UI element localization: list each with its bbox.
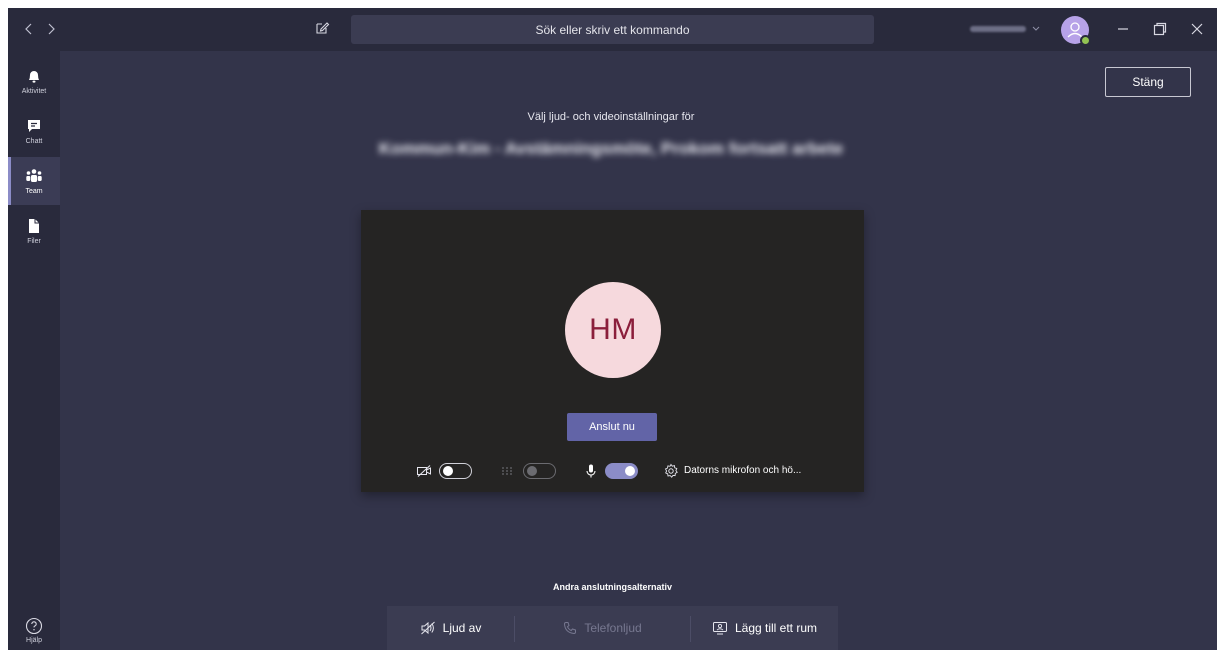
new-chat-icon bbox=[316, 22, 330, 34]
user-avatar: HM bbox=[565, 282, 661, 378]
back-button[interactable] bbox=[20, 20, 38, 38]
rail-item-label: Aktivitet bbox=[21, 87, 47, 95]
minimize-button[interactable] bbox=[1114, 20, 1132, 38]
rail-item-aktivitet[interactable]: Aktivitet bbox=[8, 57, 60, 105]
toggle-knob bbox=[443, 466, 453, 476]
camera-toggle[interactable] bbox=[439, 463, 472, 479]
toggle-knob bbox=[625, 466, 635, 476]
close-icon bbox=[1191, 23, 1203, 35]
join-now-button[interactable]: Anslut nu bbox=[567, 413, 657, 441]
new-chat-button[interactable] bbox=[314, 20, 332, 38]
file-icon bbox=[29, 218, 39, 233]
rail-item-filer[interactable]: Filer bbox=[8, 207, 60, 255]
rail-item-chatt[interactable]: Chatt bbox=[8, 107, 60, 155]
tenant-name-blurred bbox=[970, 26, 1026, 32]
forward-button[interactable] bbox=[42, 20, 60, 38]
prejoin-subtitle: Välj ljud- och videoinställningar för bbox=[527, 111, 695, 123]
teams-icon bbox=[26, 168, 42, 182]
close-window-button[interactable] bbox=[1188, 20, 1206, 38]
presence-available-badge bbox=[1080, 35, 1091, 46]
gear-icon bbox=[664, 463, 678, 478]
background-blur-icon bbox=[502, 467, 512, 475]
rail-item-team[interactable]: Team bbox=[8, 157, 60, 205]
phone-audio-option[interactable]: Telefonljud bbox=[515, 606, 690, 650]
add-room-label: Lägg till ett rum bbox=[734, 621, 818, 635]
help-icon bbox=[25, 617, 43, 635]
tenant-switcher[interactable] bbox=[970, 23, 1048, 35]
speaker-off-icon bbox=[420, 621, 435, 635]
help-label: Hjälp bbox=[26, 637, 42, 644]
rail-item-label: Filer bbox=[27, 237, 41, 245]
restore-icon bbox=[1153, 22, 1167, 36]
meeting-title-blurred: Kommun-Kim - Avstämningsmöte, Prokom for… bbox=[378, 139, 844, 158]
phone-icon bbox=[564, 622, 577, 635]
chevron-down-icon bbox=[1032, 26, 1040, 31]
bell-icon bbox=[29, 70, 39, 83]
toggle-knob bbox=[527, 466, 537, 476]
other-join-options-title: Andra anslutningsalternativ bbox=[552, 582, 673, 592]
rail-item-label: Team bbox=[25, 187, 43, 195]
phone-audio-label: Telefonljud bbox=[584, 621, 642, 635]
camera-off-icon bbox=[417, 465, 431, 477]
title-bar: Sök eller skriv ett kommando bbox=[8, 8, 1217, 51]
add-room-option[interactable]: Lägg till ett rum bbox=[691, 606, 838, 650]
video-preview-panel: HM Anslut nu Datorns mikrofon och hö... bbox=[361, 210, 864, 492]
blur-toggle[interactable] bbox=[523, 463, 556, 479]
microphone-icon bbox=[586, 464, 596, 478]
room-icon bbox=[712, 622, 727, 635]
microphone-toggle[interactable] bbox=[605, 463, 638, 479]
app-rail: Aktivitet Chatt Team Filer bbox=[8, 51, 60, 650]
audio-device-selector[interactable]: Datorns mikrofon och hö... bbox=[684, 465, 801, 476]
restore-button[interactable] bbox=[1151, 20, 1169, 38]
rail-item-label: Chatt bbox=[25, 137, 43, 145]
device-controls: Datorns mikrofon och hö... bbox=[361, 460, 864, 482]
profile-avatar[interactable] bbox=[1061, 16, 1091, 46]
teams-window: Sök eller skriv ett kommando Aktivitet C… bbox=[8, 8, 1217, 650]
minimize-icon bbox=[1118, 28, 1128, 30]
help-button[interactable]: Hjälp bbox=[8, 611, 60, 650]
audio-off-option[interactable]: Ljud av bbox=[387, 606, 514, 650]
chevron-right-icon bbox=[48, 23, 55, 35]
chevron-left-icon bbox=[25, 23, 32, 35]
chat-icon bbox=[28, 119, 40, 132]
search-input[interactable]: Sök eller skriv ett kommando bbox=[351, 15, 874, 44]
close-button[interactable]: Stäng bbox=[1105, 67, 1191, 97]
other-join-options: Ljud av Telefonljud Lägg till ett rum bbox=[387, 606, 838, 650]
audio-off-label: Ljud av bbox=[442, 621, 482, 635]
